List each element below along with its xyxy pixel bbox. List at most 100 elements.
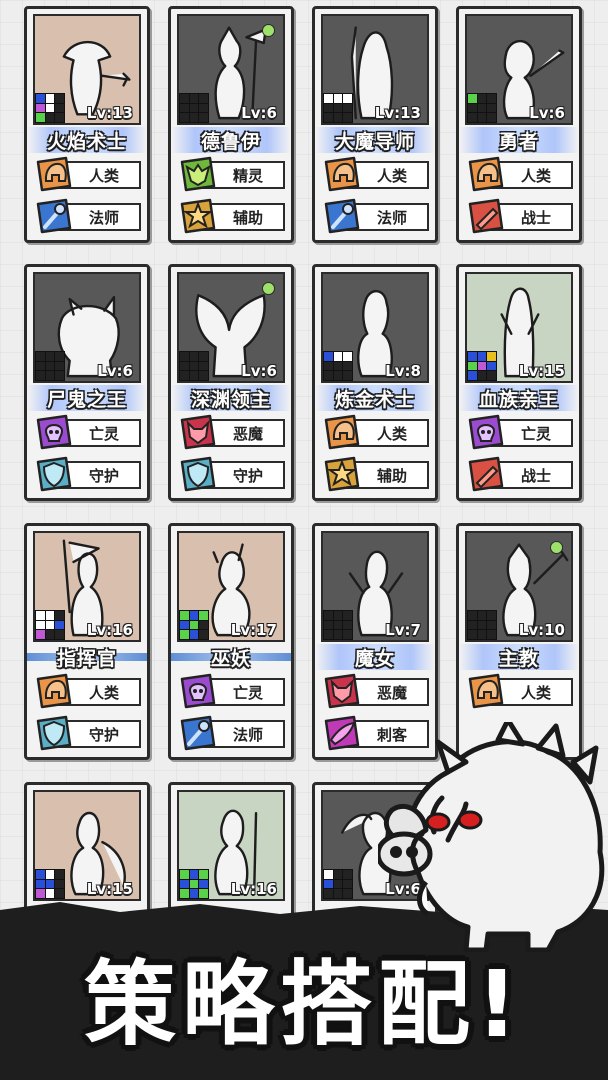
formation-grid-icon (323, 869, 353, 899)
race-trait[interactable]: 人类 (323, 414, 429, 450)
formation-grid-icon (35, 93, 65, 123)
hero-level: Lv:16 (86, 621, 133, 639)
hero-portrait: Lv:15 (465, 272, 573, 383)
hero-level: Lv:6 (241, 104, 277, 122)
hero-portrait: Lv:16 (33, 531, 141, 642)
race-trait[interactable]: 人类 (467, 156, 573, 192)
hero-name: 血族亲王 (478, 388, 559, 411)
role-trait[interactable]: 战士 (467, 198, 573, 234)
hero-portrait: Lv:6 (33, 272, 141, 383)
hero-level: Lv:17 (230, 621, 277, 639)
formation-grid-icon (467, 93, 497, 123)
hero-card[interactable]: Lv:6 深渊领主恶魔守护 (168, 264, 294, 501)
hero-name-bar: 巫妖 (171, 644, 291, 670)
race-trait[interactable]: 恶魔 (323, 673, 429, 709)
hero-card[interactable]: Lv:8 炼金术士人类辅助 (312, 264, 438, 501)
hero-portrait: Lv:13 (321, 14, 429, 125)
formation-grid-icon (323, 351, 353, 381)
role-trait[interactable]: 守护 (35, 715, 141, 751)
hero-portrait: Lv:17 (177, 531, 285, 642)
hero-name: 深渊领主 (190, 388, 271, 411)
hero-card[interactable]: Lv:13 大魔导师人类法师 (312, 6, 438, 243)
race-trait[interactable]: 亡灵 (467, 414, 573, 450)
race-trait[interactable]: 亡灵 (179, 673, 285, 709)
hero-level: Lv:6 (241, 362, 277, 380)
hero-portrait: Lv:13 (33, 14, 141, 125)
hero-portrait: Lv:7 (321, 531, 429, 642)
hero-portrait: Lv:6 (465, 14, 573, 125)
role-trait[interactable]: 辅助 (179, 198, 285, 234)
hero-card[interactable]: Lv:6 德鲁伊精灵辅助 (168, 6, 294, 243)
hero-portrait: Lv:6 (177, 14, 285, 125)
hero-portrait: Lv:10 (465, 531, 573, 642)
role-trait[interactable]: 辅助 (323, 456, 429, 492)
hero-name-bar: 德鲁伊 (171, 127, 291, 153)
hero-portrait: Lv:15 (33, 790, 141, 901)
hero-name-bar: 血族亲王 (459, 385, 579, 411)
hero-level: Lv:8 (385, 362, 421, 380)
hero-name-bar: 魔女 (315, 644, 435, 670)
formation-grid-icon (179, 610, 209, 640)
hero-name: 魔女 (354, 647, 395, 670)
hero-name: 火焰术士 (46, 130, 127, 153)
hero-name: 德鲁伊 (200, 130, 261, 153)
formation-grid-icon (35, 869, 65, 899)
role-trait[interactable]: 法师 (323, 198, 429, 234)
race-trait[interactable]: 亡灵 (35, 414, 141, 450)
role-trait[interactable]: 法师 (179, 715, 285, 751)
hero-name-bar: 火焰术士 (27, 127, 147, 153)
hero-name-bar: 指挥官 (27, 644, 147, 670)
hero-level: Lv:13 (374, 104, 421, 122)
hero-name: 巫妖 (210, 647, 251, 670)
hero-name: 大魔导师 (334, 130, 415, 153)
hero-card[interactable]: Lv:6 勇者人类战士 (456, 6, 582, 243)
hero-name-bar: 深渊领主 (171, 385, 291, 411)
hero-name: 尸鬼之王 (46, 388, 127, 411)
ready-indicator-icon (262, 24, 275, 37)
ready-indicator-icon (550, 541, 563, 554)
hero-card[interactable]: Lv:17 巫妖亡灵法师 (168, 523, 294, 760)
race-trait[interactable]: 人类 (467, 673, 573, 709)
ready-indicator-icon (262, 282, 275, 295)
hero-name: 炼金术士 (334, 388, 415, 411)
formation-grid-icon (323, 93, 353, 123)
hero-card[interactable]: Lv:13 火焰术士人类法师 (24, 6, 150, 243)
hero-level: Lv:15 (518, 362, 565, 380)
role-trait[interactable]: 守护 (179, 456, 285, 492)
race-trait[interactable]: 人类 (35, 156, 141, 192)
hero-card[interactable]: Lv:15 血族亲王亡灵战士 (456, 264, 582, 501)
hero-portrait: Lv:16 (177, 790, 285, 901)
hero-level: Lv:16 (230, 880, 277, 898)
role-trait[interactable]: 战士 (467, 456, 573, 492)
role-trait[interactable]: 守护 (35, 456, 141, 492)
formation-grid-icon (467, 610, 497, 640)
race-trait[interactable]: 精灵 (179, 156, 285, 192)
hero-card[interactable]: Lv:16 指挥官人类守护 (24, 523, 150, 760)
formation-grid-icon (467, 351, 497, 381)
hero-level: Lv:6 (97, 362, 133, 380)
hero-name-bar: 尸鬼之王 (27, 385, 147, 411)
race-trait[interactable]: 恶魔 (179, 414, 285, 450)
hero-portrait: Lv:6 (177, 272, 285, 383)
formation-grid-icon (179, 93, 209, 123)
hero-name-bar: 主教 (459, 644, 579, 670)
hero-name: 指挥官 (56, 647, 117, 670)
hero-level: Lv:15 (86, 880, 133, 898)
role-trait[interactable]: 法师 (35, 198, 141, 234)
hero-card[interactable]: Lv:6 尸鬼之王亡灵守护 (24, 264, 150, 501)
formation-grid-icon (323, 610, 353, 640)
formation-grid-icon (179, 351, 209, 381)
formation-grid-icon (179, 869, 209, 899)
boar-mascot-icon (378, 722, 605, 952)
hero-level: Lv:6 (529, 104, 565, 122)
hero-name-bar: 炼金术士 (315, 385, 435, 411)
hero-level: Lv:13 (86, 104, 133, 122)
hero-portrait: Lv:8 (321, 272, 429, 383)
race-trait[interactable]: 人类 (35, 673, 141, 709)
hero-name: 主教 (498, 647, 539, 670)
hero-level: Lv:7 (385, 621, 421, 639)
race-trait[interactable]: 人类 (323, 156, 429, 192)
hero-name-bar: 大魔导师 (315, 127, 435, 153)
hero-name-bar: 勇者 (459, 127, 579, 153)
formation-grid-icon (35, 351, 65, 381)
